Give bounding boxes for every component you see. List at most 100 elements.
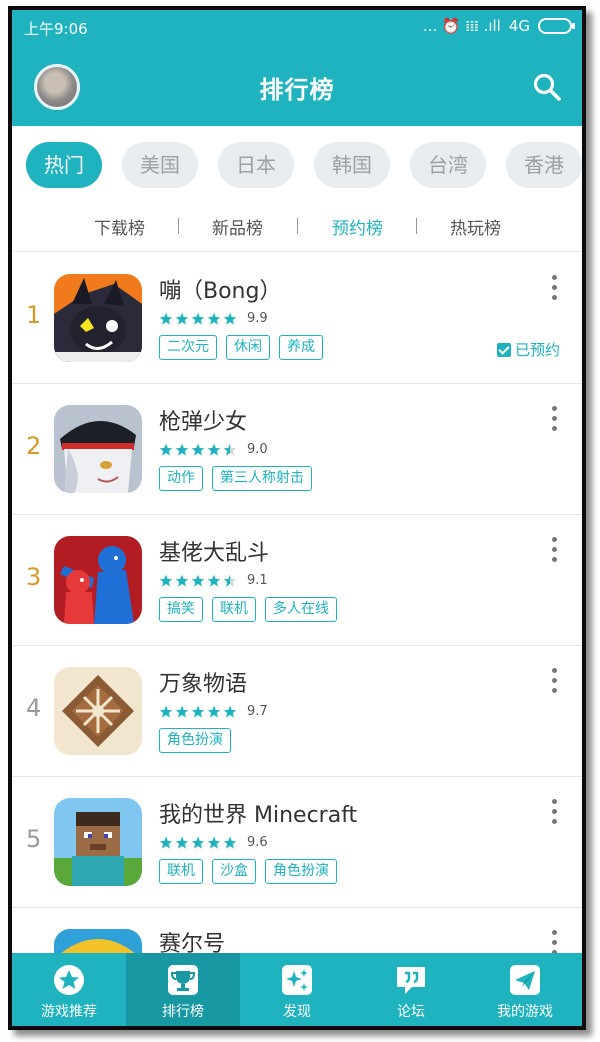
- star-icon: [191, 312, 205, 325]
- star-rating: 9.7: [159, 704, 268, 719]
- game-name: 基佬大乱斗: [159, 541, 270, 566]
- status-indicators: ... ⏰ 𝍖 .ıll 4G: [423, 17, 575, 35]
- star-icon: [223, 443, 237, 456]
- game-icon-gun-girl[interactable]: [54, 405, 142, 493]
- list-item[interactable]: 赛尔号: [12, 908, 582, 953]
- star-icon: [175, 705, 189, 718]
- star-rating: 9.9: [159, 311, 268, 326]
- tag-list: 联机 沙盒 角色扮演: [159, 859, 337, 884]
- nav-label: 游戏推荐: [41, 1004, 97, 1020]
- game-icon-seer[interactable]: [54, 929, 142, 953]
- tag[interactable]: 动作: [159, 466, 203, 491]
- rating-score: 9.1: [247, 573, 268, 588]
- nav-label: 排行榜: [162, 1004, 204, 1020]
- region-filter-bar: 热门 美国 日本 韩国 台湾 香港: [12, 126, 582, 204]
- list-item[interactable]: 2 枪弹少女 9.0 动作 第三人称射击: [12, 384, 582, 515]
- rank-number: 2: [26, 432, 42, 460]
- tag[interactable]: 角色扮演: [265, 859, 337, 884]
- page-title: 排行榜: [259, 76, 335, 104]
- list-item[interactable]: 4 万象物语 9.7 角色扮演: [12, 646, 582, 777]
- tag-list: 动作 第三人称射击: [159, 466, 312, 491]
- star-icon: [159, 574, 173, 587]
- star-icon: [175, 574, 189, 587]
- nav-label: 论坛: [397, 1004, 425, 1020]
- rating-score: 9.0: [247, 442, 268, 457]
- tag[interactable]: 角色扮演: [159, 728, 231, 753]
- tag[interactable]: 养成: [279, 335, 323, 360]
- rank-number: 1: [26, 301, 42, 329]
- rating-score: 9.9: [247, 311, 268, 326]
- star-icon: [175, 312, 189, 325]
- tag[interactable]: 多人在线: [265, 597, 337, 622]
- star-badge-icon: [54, 965, 84, 995]
- nav-label: 我的游戏: [497, 1004, 553, 1020]
- region-chip-usa[interactable]: 美国: [122, 142, 198, 188]
- rating-score: 9.6: [247, 835, 268, 850]
- region-chip-hongkong[interactable]: 香港: [506, 142, 582, 188]
- tab-divider: [416, 218, 417, 234]
- star-icon: [159, 443, 173, 456]
- screenshot-frame: 上午9:06 ... ⏰ 𝍖 .ıll 4G 排行榜 热门 美国 日本 韩国 台…: [0, 0, 600, 1042]
- star-icon: [159, 312, 173, 325]
- list-item[interactable]: 3 基佬大乱斗 9.1 搞笑 联机 多人在线: [12, 515, 582, 646]
- nav-ranking[interactable]: 排行榜: [126, 953, 240, 1026]
- star-rating: 9.0: [159, 442, 268, 457]
- game-icon-wanxiang[interactable]: [54, 667, 142, 755]
- star-icon: [191, 443, 205, 456]
- more-options-icon[interactable]: [550, 537, 558, 565]
- more-options-icon[interactable]: [550, 668, 558, 696]
- star-icon: [223, 574, 237, 587]
- game-icon-minecraft[interactable]: [54, 798, 142, 886]
- tag[interactable]: 沙盒: [212, 859, 256, 884]
- nav-forum[interactable]: 论坛: [354, 953, 468, 1026]
- list-item[interactable]: 5 我的世界 Minecraft 9.6 联机 沙盒 角色扮演: [12, 777, 582, 908]
- star-icon: [191, 705, 205, 718]
- search-icon[interactable]: [532, 72, 562, 102]
- tag[interactable]: 联机: [212, 597, 256, 622]
- more-options-icon[interactable]: [550, 930, 558, 953]
- tab-hot-play[interactable]: 热玩榜: [450, 214, 501, 239]
- nav-recommend[interactable]: 游戏推荐: [12, 953, 126, 1026]
- rank-number: 4: [26, 694, 42, 722]
- star-icon: [191, 836, 205, 849]
- more-options-icon[interactable]: [550, 799, 558, 827]
- star-icon: [223, 312, 237, 325]
- region-chip-japan[interactable]: 日本: [218, 142, 294, 188]
- star-icon: [207, 836, 221, 849]
- bottom-navigation: 游戏推荐 排行榜 发现 论坛 我的游戏: [12, 953, 582, 1026]
- list-item[interactable]: 1 嘣（Bong） 9.9 二次元 休闲 养成 已预约: [12, 253, 582, 384]
- game-icon-bong[interactable]: [54, 274, 142, 362]
- reserved-label: 已预约: [514, 341, 560, 359]
- region-chip-taiwan[interactable]: 台湾: [410, 142, 486, 188]
- rank-number: 5: [26, 825, 42, 853]
- nav-my-games[interactable]: 我的游戏: [468, 953, 582, 1026]
- nav-discover[interactable]: 发现: [240, 953, 354, 1026]
- reserved-badge[interactable]: 已预约: [496, 339, 560, 360]
- tag[interactable]: 搞笑: [159, 597, 203, 622]
- checkbox-checked-icon: [496, 342, 511, 357]
- region-chip-hot[interactable]: 热门: [26, 142, 102, 188]
- chat-bubble-icon: [397, 967, 425, 994]
- app-header: 排行榜: [12, 46, 582, 126]
- tab-reservation[interactable]: 预约榜: [332, 214, 383, 239]
- tag[interactable]: 休闲: [226, 335, 270, 360]
- star-icon: [207, 705, 221, 718]
- tab-downloads[interactable]: 下载榜: [94, 214, 145, 239]
- ranking-tabs: 下载榜 新品榜 预约榜 热玩榜: [12, 204, 582, 252]
- star-icon: [159, 836, 173, 849]
- more-options-icon[interactable]: [550, 275, 558, 303]
- trophy-icon: [168, 965, 198, 995]
- game-name: 嘣（Bong）: [159, 279, 282, 304]
- tag[interactable]: 二次元: [159, 335, 217, 360]
- tag-list: 二次元 休闲 养成: [159, 335, 323, 360]
- more-options-icon[interactable]: [550, 406, 558, 434]
- region-chip-korea[interactable]: 韩国: [314, 142, 390, 188]
- game-icon-gang-beasts[interactable]: [54, 536, 142, 624]
- rank-number: 3: [26, 563, 42, 591]
- tab-divider: [297, 218, 298, 234]
- tab-new[interactable]: 新品榜: [212, 214, 263, 239]
- tag[interactable]: 联机: [159, 859, 203, 884]
- game-name: 枪弹少女: [159, 410, 248, 435]
- tag[interactable]: 第三人称射击: [212, 466, 312, 491]
- sparkle-icon: [282, 965, 312, 995]
